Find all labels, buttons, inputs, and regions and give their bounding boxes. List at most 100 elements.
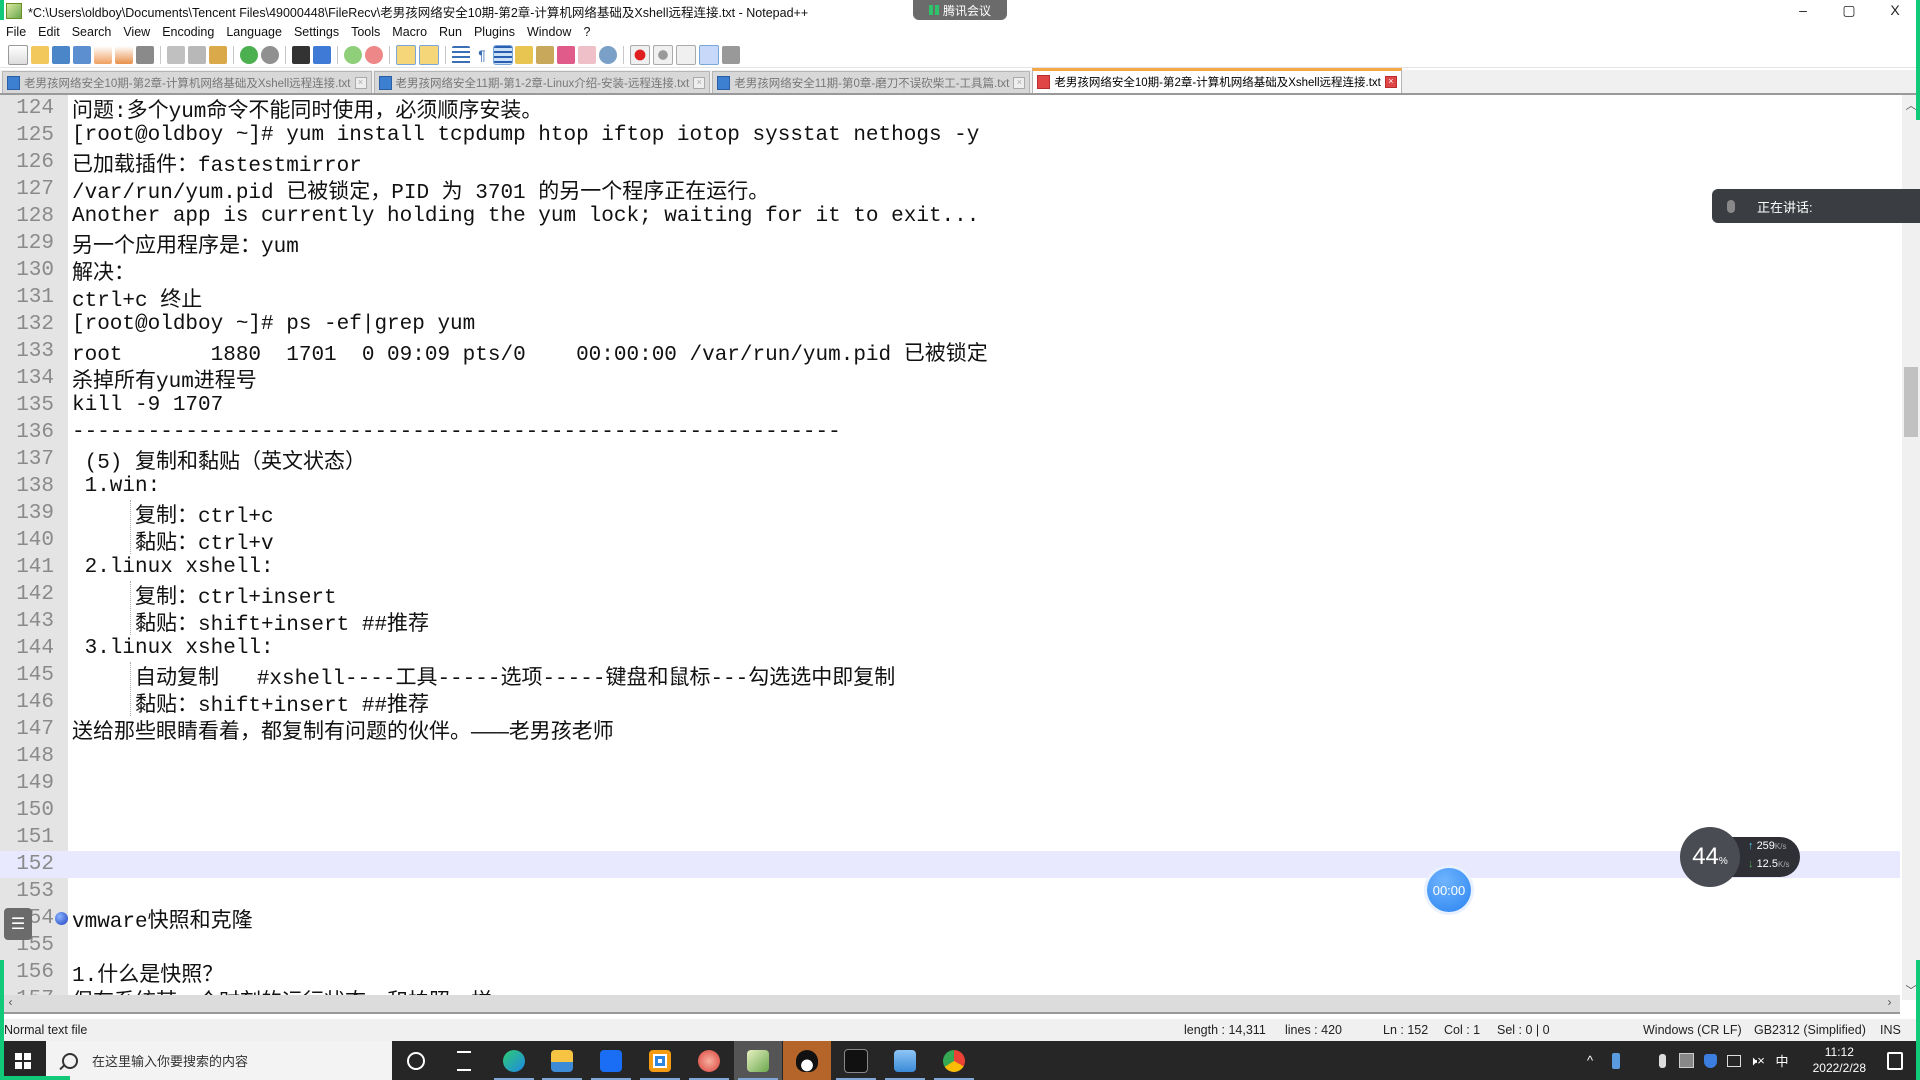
menu-search[interactable]: Search xyxy=(66,25,118,39)
menu-edit[interactable]: Edit xyxy=(32,25,66,39)
tab-document[interactable]: 老男孩网络安全11期-第0章-磨刀不误砍柴工-工具篇.txt × xyxy=(712,71,1031,93)
vertical-scrollbar[interactable]: ︿ ﹀ xyxy=(1902,95,1920,1000)
sync-horizontal-scroll-icon[interactable] xyxy=(419,44,439,65)
editor-line[interactable]: 132 [root@oldboy ~]# ps -ef|grep yum xyxy=(0,311,1900,338)
sync-vertical-scroll-icon[interactable] xyxy=(396,44,416,65)
status-eol[interactable]: Windows (CR LF) xyxy=(1643,1023,1742,1037)
scroll-left-icon[interactable]: ‹ xyxy=(2,995,19,1009)
menu-window[interactable]: Window xyxy=(521,25,577,39)
taskbar-notepad-plus-plus[interactable] xyxy=(734,1041,782,1080)
horizontal-scrollbar[interactable]: ‹ › xyxy=(0,995,1900,1014)
editor-line[interactable]: 128 Another app is currently holding the … xyxy=(0,203,1900,230)
document-map-icon[interactable] xyxy=(536,45,554,64)
editor-line[interactable]: 134 杀掉所有yum进程号 xyxy=(0,365,1900,394)
tab-document-active[interactable]: 老男孩网络安全10期-第2章-计算机网络基础及Xshell远程连接.txt × xyxy=(1032,68,1402,93)
record-macro-icon[interactable] xyxy=(630,44,650,65)
menu-settings[interactable]: Settings xyxy=(288,25,345,39)
taskbar-snail-app[interactable] xyxy=(685,1041,733,1080)
editor-line[interactable]: 126 已加载插件：fastestmirror xyxy=(0,149,1900,178)
folder-as-workspace-icon[interactable] xyxy=(578,45,596,64)
tab-close-icon[interactable]: × xyxy=(1384,76,1397,88)
app-tray-icon[interactable] xyxy=(1676,1041,1696,1080)
monitoring-icon[interactable] xyxy=(599,45,617,64)
tencent-meeting-indicator[interactable]: 腾讯会议 xyxy=(913,0,1007,20)
tab-close-icon[interactable]: × xyxy=(1013,76,1026,89)
tab-document[interactable]: 老男孩网络安全11期-第1-2章-Linux介绍-安装-远程连接.txt × xyxy=(373,71,711,93)
menu-plugins[interactable]: Plugins xyxy=(468,25,521,39)
editor-line[interactable]: 138 1.win: xyxy=(0,473,1900,500)
recording-timer[interactable]: 00:00 xyxy=(1427,868,1471,912)
find-icon[interactable] xyxy=(292,45,310,64)
taskbar-file-explorer[interactable] xyxy=(538,1041,586,1080)
editor-line[interactable]: 154 vmware快照和克隆 xyxy=(0,905,1900,934)
text-editor[interactable]: 124 问题:多个yum命令不能同时使用，必须顺序安装。 125 [root@oldb… xyxy=(0,95,1900,1000)
indent-guide-icon[interactable] xyxy=(493,44,513,65)
close-file-icon[interactable] xyxy=(94,45,112,64)
zoom-out-icon[interactable] xyxy=(365,45,383,64)
editor-line[interactable]: 135 kill -9 1707 xyxy=(0,392,1900,419)
taskbar-remote-desktop[interactable] xyxy=(881,1041,929,1080)
ime-indicator[interactable]: 中 xyxy=(1772,1041,1792,1080)
editor-line[interactable]: 151 xyxy=(0,824,1900,851)
outline-float-button[interactable]: ☰ xyxy=(4,908,32,940)
paste-icon[interactable] xyxy=(209,45,227,64)
taskbar-search[interactable]: 在这里输入你要搜索的内容 xyxy=(46,1041,392,1080)
redo-icon[interactable] xyxy=(261,45,279,64)
tab-document[interactable]: 老男孩网络安全10期-第2章-计算机网络基础及Xshell远程连接.txt × xyxy=(2,71,372,93)
current-line[interactable]: 152 xyxy=(0,851,1900,878)
save-icon[interactable] xyxy=(52,45,70,64)
new-file-icon[interactable] xyxy=(8,44,28,65)
menu-tools[interactable]: Tools xyxy=(345,25,386,39)
network-monitor-widget[interactable]: 44% ↑ 259K/s ↓ 12.5K/s xyxy=(1680,827,1800,887)
editor-line[interactable]: 143 黏贴：shift+insert ##推荐 xyxy=(0,608,1900,637)
taskbar-qq[interactable] xyxy=(783,1041,831,1080)
volume-tray-icon[interactable]: 🕨× xyxy=(1746,1041,1768,1080)
menu-help[interactable]: ? xyxy=(577,25,596,39)
editor-line[interactable]: 140 黏贴：ctrl+v xyxy=(0,527,1900,556)
undo-icon[interactable] xyxy=(240,45,258,64)
tab-close-icon[interactable]: × xyxy=(354,76,367,89)
editor-line[interactable]: 141 2.linux xshell: xyxy=(0,554,1900,581)
show-all-characters-icon[interactable]: ¶ xyxy=(473,45,491,64)
editor-line[interactable]: 124 问题:多个yum命令不能同时使用，必须顺序安装。 xyxy=(0,95,1900,124)
editor-line[interactable]: 150 xyxy=(0,797,1900,824)
save-macro-icon[interactable] xyxy=(722,45,740,64)
editor-line[interactable]: 144 3.linux xshell: xyxy=(0,635,1900,662)
usb-tray-icon[interactable] xyxy=(1606,1041,1626,1080)
notification-center-button[interactable] xyxy=(1880,1041,1910,1080)
editor-line[interactable]: 136 -------------------------------------… xyxy=(0,419,1900,446)
editor-line[interactable]: 137 (5) 复制和黏贴（英文状态） xyxy=(0,446,1900,475)
scrollbar-thumb[interactable] xyxy=(1904,367,1918,437)
copy-icon[interactable] xyxy=(188,45,206,64)
editor-line[interactable]: 133 root 1880 1701 0 09:09 pts/0 00:00:00… xyxy=(0,338,1900,367)
status-encoding[interactable]: GB2312 (Simplified) xyxy=(1754,1023,1866,1037)
editor-line[interactable]: 139 复制：ctrl+c xyxy=(0,500,1900,529)
play-macro-icon[interactable] xyxy=(676,44,696,65)
editor-line[interactable]: 145 自动复制 #xshell----工具-----选项-----键盘和鼠标-… xyxy=(0,662,1900,691)
editor-line[interactable]: 125 [root@oldboy ~]# yum install tcpdump … xyxy=(0,122,1900,149)
task-view-button[interactable] xyxy=(440,1041,488,1080)
open-file-icon[interactable] xyxy=(31,45,49,64)
editor-line[interactable]: 129 另一个应用程序是：yum xyxy=(0,230,1900,259)
editor-line[interactable]: 153 xyxy=(0,878,1900,905)
taskbar-clock[interactable]: 11:12 2022/2/28 xyxy=(1813,1044,1866,1076)
taskbar-feishu[interactable] xyxy=(587,1041,635,1080)
run-macro-multiple-icon[interactable] xyxy=(699,44,719,65)
minimize-button[interactable]: – xyxy=(1780,0,1826,20)
menu-run[interactable]: Run xyxy=(433,25,468,39)
function-list-icon[interactable] xyxy=(515,45,533,64)
editor-line[interactable]: 148 xyxy=(0,743,1900,770)
editor-line[interactable]: 130 解决： xyxy=(0,257,1900,286)
scroll-right-icon[interactable]: › xyxy=(1881,995,1898,1009)
save-all-icon[interactable] xyxy=(73,45,91,64)
close-button[interactable]: X xyxy=(1872,0,1918,20)
bookmark-icon[interactable] xyxy=(55,912,68,925)
print-icon[interactable] xyxy=(136,45,154,64)
zoom-in-icon[interactable] xyxy=(344,45,362,64)
editor-line[interactable]: 156 1.什么是快照？ xyxy=(0,959,1900,988)
cortana-button[interactable] xyxy=(392,1041,440,1080)
menu-file[interactable]: File xyxy=(0,25,32,39)
replace-icon[interactable] xyxy=(313,45,331,64)
close-all-icon[interactable] xyxy=(115,45,133,64)
taskbar-terminal[interactable] xyxy=(832,1041,880,1080)
